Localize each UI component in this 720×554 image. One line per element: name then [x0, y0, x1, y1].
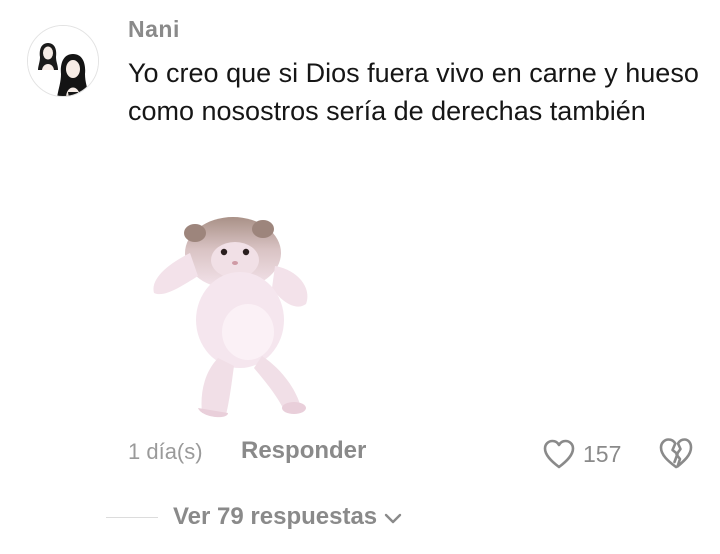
dancing-hamster-sticker — [140, 208, 330, 423]
heart-outline-icon — [543, 439, 575, 469]
comment-text: Yo creo que si Dios fuera vivo en carne … — [128, 58, 699, 126]
timestamp: 1 día(s) — [128, 439, 203, 464]
avatar[interactable] — [27, 25, 99, 97]
like-button[interactable]: 157 — [542, 434, 621, 474]
view-replies-label: Ver 79 respuestas — [173, 503, 378, 530]
view-replies-button[interactable]: Ver 79 respuestas — [173, 503, 402, 531]
replies-divider — [106, 517, 158, 518]
reply-button[interactable]: Responder — [241, 437, 366, 465]
chevron-down-icon — [384, 513, 402, 523]
username[interactable]: Nani — [128, 16, 180, 43]
dislike-button[interactable] — [657, 434, 695, 474]
avatar-illustration — [28, 26, 98, 96]
broken-heart-icon — [659, 438, 693, 469]
like-count: 157 — [583, 440, 622, 467]
